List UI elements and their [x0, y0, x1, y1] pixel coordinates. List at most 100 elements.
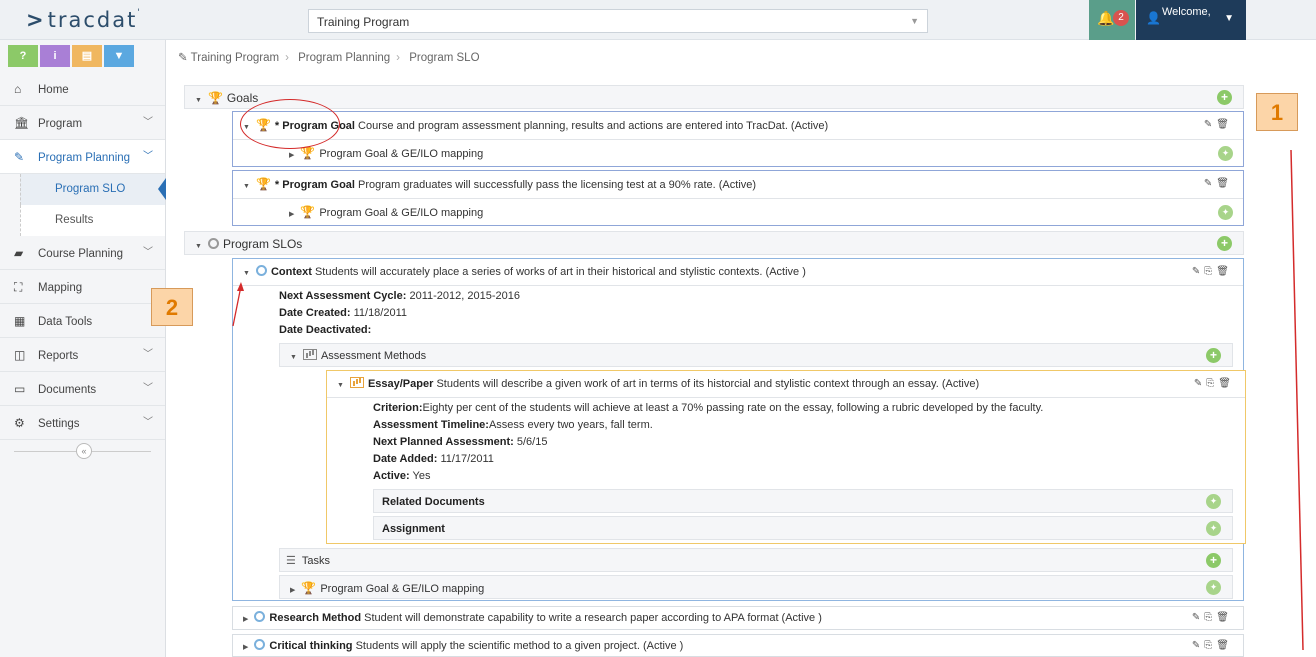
edit-icon[interactable]: ✎: [1194, 378, 1206, 389]
sidebar-item-home[interactable]: ⌂ Home: [0, 72, 165, 106]
sidebar-item-reports[interactable]: ◫ Reports ﹀: [0, 338, 165, 372]
field-label: Date Added:: [373, 453, 438, 465]
caret-down-icon[interactable]: ▼: [243, 183, 250, 190]
breadcrumb-item[interactable]: Program SLO: [409, 52, 479, 64]
chevron-down-icon: ﹀: [143, 383, 153, 394]
program-selector[interactable]: Training Program ▼: [308, 9, 928, 33]
trash-icon[interactable]: 🗑: [1216, 612, 1233, 623]
slo-row[interactable]: ▶ Research Method Student will demonstrat…: [243, 606, 822, 630]
wrench-icon[interactable]: ✦: [1206, 580, 1221, 595]
sidebar-item-data-tools[interactable]: ▦ Data Tools: [0, 304, 165, 338]
mapping-row[interactable]: ▶ 🏆 Program Goal & GE/ILO mapping: [289, 200, 483, 224]
field-value: 5/6/15: [516, 436, 548, 448]
sidebar-item-program[interactable]: 🏛 Program ﹀: [0, 106, 165, 140]
sidebar-collapse: «: [0, 440, 165, 462]
add-slo-icon[interactable]: +: [1217, 236, 1232, 251]
sidebar-subitem-results[interactable]: Results: [20, 205, 165, 236]
slo-name: Context: [270, 266, 312, 278]
collapse-sidebar-icon[interactable]: «: [76, 443, 92, 459]
mapping-row[interactable]: ▶ 🏆 Program Goal & GE/ILO mapping ✦: [279, 575, 1233, 599]
assignment-row[interactable]: Assignment ✦: [373, 516, 1233, 540]
breadcrumb-item[interactable]: Program Planning: [298, 52, 390, 64]
sidebar-item-mapping[interactable]: ⛶ Mapping: [0, 270, 165, 304]
building-icon: 🏛: [14, 116, 30, 130]
filter-icon[interactable]: ▼: [104, 45, 134, 67]
edit-icon[interactable]: ✎: [1192, 612, 1204, 623]
copy-icon[interactable]: ⎘: [1204, 612, 1216, 623]
copy-icon[interactable]: ⎘: [1206, 378, 1218, 389]
caret-down-icon[interactable]: ▼: [243, 270, 250, 277]
slo-text: Student will demonstrate capability to w…: [364, 612, 822, 624]
slos-header[interactable]: ▼ Program SLOs +: [184, 231, 1244, 255]
columns-icon: ◫: [14, 348, 26, 362]
sidebar-item-label: Documents: [38, 384, 97, 396]
book-icon: ▰: [14, 246, 24, 260]
edit-icon[interactable]: ✎: [1192, 266, 1204, 277]
row-actions: ✎⎘🗑: [1192, 640, 1233, 651]
add-goal-icon[interactable]: +: [1217, 90, 1232, 105]
caret-right-icon[interactable]: ▶: [243, 644, 248, 651]
target-icon: [255, 265, 267, 276]
goal-text: Program graduates will successfully pass…: [358, 179, 757, 191]
slo-text: Students will apply the scientific metho…: [355, 640, 684, 652]
wrench-icon[interactable]: ✦: [1206, 521, 1221, 536]
table-icon: ▦: [14, 314, 26, 328]
info-icon[interactable]: i: [40, 45, 70, 67]
method-text: Students will describe a given work of a…: [436, 378, 980, 390]
goal-card: ▼ 🏆 * Program Goal Program graduates will …: [232, 170, 1244, 226]
sidebar-item-documents[interactable]: ▭ Documents ﹀: [0, 372, 165, 406]
goals-header[interactable]: ▼ 🏆 Goals +: [184, 85, 1244, 109]
caret-right-icon[interactable]: ▶: [289, 152, 294, 159]
caret-right-icon[interactable]: ▶: [289, 211, 294, 218]
sidebar-item-course-planning[interactable]: ▰ Course Planning ﹀: [0, 236, 165, 270]
copy-icon[interactable]: ⎘: [1204, 640, 1216, 651]
sidebar-item-label: Reports: [38, 350, 79, 362]
method-row[interactable]: ▼ Essay/Paper Students will describe a gi…: [337, 372, 979, 396]
tasks-label: Tasks: [301, 555, 330, 567]
sidebar-subitem-program-slo[interactable]: Program SLO: [20, 174, 166, 205]
slos-title: Program SLOs: [222, 237, 303, 251]
assessment-methods-header[interactable]: ▼ Assessment Methods +: [279, 343, 1233, 367]
caret-down-icon[interactable]: ▼: [337, 382, 344, 389]
add-method-icon[interactable]: +: [1206, 348, 1221, 363]
notes-icon[interactable]: ▤: [72, 45, 102, 67]
sidebar-item-program-planning[interactable]: ✎ Program Planning ﹀: [0, 140, 165, 174]
trash-icon[interactable]: 🗑: [1216, 640, 1233, 651]
edit-icon[interactable]: ✎: [1204, 178, 1216, 189]
trash-icon[interactable]: 🗑: [1218, 378, 1235, 389]
add-task-icon[interactable]: +: [1206, 553, 1221, 568]
mapping-label: Program Goal & GE/ILO mapping: [319, 148, 484, 160]
goal-row[interactable]: ▼ 🏆 * Program Goal Program graduates will …: [243, 172, 756, 196]
user-menu-button[interactable]: 👤 Welcome, ▼: [1136, 0, 1246, 40]
related-documents-row[interactable]: Related Documents ✦: [373, 489, 1233, 513]
slo-row[interactable]: ▶ Critical thinking Students will apply t…: [243, 634, 683, 657]
field-label: Next Planned Assessment:: [373, 436, 514, 448]
tasks-header[interactable]: ☰ Tasks +: [279, 548, 1233, 572]
edit-icon[interactable]: ✎: [1192, 640, 1204, 651]
edit-icon[interactable]: ✎: [1204, 119, 1216, 130]
annotation-line: [1290, 150, 1304, 650]
copy-icon[interactable]: ⎘: [1204, 266, 1216, 277]
breadcrumb-item[interactable]: Training Program: [191, 52, 279, 64]
sidebar-item-settings[interactable]: ⚙ Settings ﹀: [0, 406, 165, 440]
caret-down-icon[interactable]: ▼: [195, 243, 202, 250]
trash-icon[interactable]: 🗑: [1216, 119, 1233, 130]
trash-icon[interactable]: 🗑: [1216, 178, 1233, 189]
help-icon[interactable]: ?: [8, 45, 38, 67]
wrench-icon[interactable]: ✦: [1206, 494, 1221, 509]
pencil-icon: ✎: [178, 52, 188, 64]
notifications-button[interactable]: 🔔 2: [1089, 0, 1135, 40]
field-label: Active:: [373, 470, 410, 482]
wrench-icon[interactable]: ✦: [1218, 146, 1233, 161]
caret-right-icon[interactable]: ▶: [290, 587, 295, 594]
caret-right-icon[interactable]: ▶: [243, 616, 248, 623]
annotation-arrow: [232, 282, 244, 327]
caret-down-icon[interactable]: ▼: [195, 97, 202, 104]
slo-row[interactable]: ▼ Context Students will accurately place …: [243, 260, 806, 284]
tracdat-logo[interactable]: >tracdat': [26, 8, 142, 32]
trash-icon[interactable]: 🗑: [1216, 266, 1233, 277]
wrench-icon[interactable]: ✦: [1218, 205, 1233, 220]
caret-down-icon[interactable]: ▼: [290, 354, 297, 361]
field-value: 2011-2012, 2015-2016: [409, 290, 520, 302]
sidebar-item-label: Course Planning: [38, 248, 124, 260]
